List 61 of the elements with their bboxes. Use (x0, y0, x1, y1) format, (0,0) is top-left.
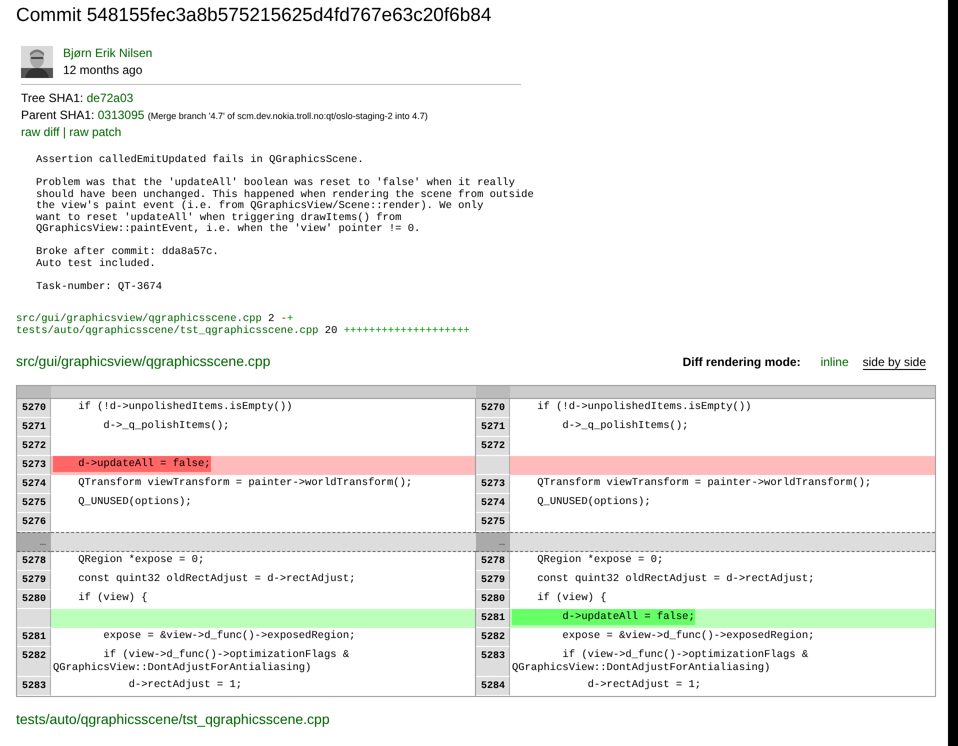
line-number: 5274 (476, 494, 510, 513)
line-number: 5282 (476, 628, 510, 647)
line-number: 5276 (17, 513, 51, 532)
commit-title: Commit 548155fec3a8b575215625d4fd767e63c20f6b84 (15, 4, 492, 28)
file-heading-link[interactable]: tests/auto/qgraphicsscene/tst_qgraphicsscene.cpp (16, 711, 330, 727)
file-link[interactable]: src/gui/graphicsview/qgraphicsscene.cpp (16, 313, 262, 325)
sha-link[interactable]: 0313095 (98, 108, 144, 122)
sha-link[interactable]: de72a03 (86, 91, 134, 105)
tree-label: Tree SHA1: (21, 91, 84, 105)
line-number: 5272 (476, 437, 510, 456)
line-number: 5273 (17, 456, 51, 475)
code-line: if (view->d_func()->optimizationFlags & QGraphicsView::DontAdjustForAntialiasing) (511, 648, 810, 676)
code-line: if (view) { (536, 591, 608, 606)
link-separator: | (62, 125, 66, 139)
line-number: 5275 (476, 513, 510, 532)
line-number: 5271 (476, 418, 510, 437)
line-number: 5281 (476, 609, 510, 628)
commit-message: Assertion calledEmitUpdated fails in QGraphicsScene. Problem was that the 'updateAll' boolean was reset to 'false' when it really should have been unchanged. This happened when rendering the scene from outside the view's paint event (i.e. from QGraphicsView/Scene::render). We only want to reset 'updateAll' when triggering drawItems() from QGraphicsView::paintEvent, i.e. when the 'view' pointer != 0. Broke after commit: dda8a57c. Auto test included. Task-number: QT-3674 (36, 155, 535, 293)
author-link[interactable]: Bjørn Erik Nilsen (63, 46, 152, 60)
line-number: 5270 (476, 399, 510, 418)
change-marks: -+ (280, 313, 294, 325)
line-number: 5273 (476, 475, 510, 494)
code-line: d->rectAdjust = 1; (586, 678, 702, 693)
parent-label: Parent SHA1: (21, 108, 94, 122)
change-count: 20 (324, 325, 338, 337)
file-heading-link[interactable]: src/gui/graphicsview/qgraphicsscene.cpp (16, 353, 270, 369)
change-marks: ++++++++++++++++++++ (344, 325, 470, 337)
line-number: 5270 (17, 399, 51, 418)
line-number: … (17, 532, 51, 552)
line-number: 5275 (17, 494, 51, 513)
line-number: 5282 (17, 647, 51, 677)
line-number: 5284 (476, 677, 510, 696)
line-number: 5280 (476, 590, 510, 609)
line-number: 5279 (17, 571, 51, 590)
mode-option[interactable]: inline (820, 355, 849, 369)
line-number: … (476, 532, 510, 552)
line-number: 5283 (476, 647, 510, 677)
mode-label: Diff rendering mode: (682, 355, 801, 369)
raw-patch-link[interactable]: raw patch (69, 125, 122, 139)
code-line: if (!d->unpolishedItems.isEmpty()) (536, 400, 752, 415)
code-line: QRegion *expose = 0; (536, 553, 664, 568)
change-count: 2 (268, 313, 274, 325)
file-link[interactable]: tests/auto/qgraphicsscene/tst_qgraphicsscene.cpp (16, 325, 318, 337)
line-number: 5278 (476, 552, 510, 571)
line-number: 5283 (17, 677, 51, 696)
raw-diff-link[interactable]: raw diff (21, 125, 60, 139)
line-number: 5279 (476, 571, 510, 590)
line-number: 5278 (17, 552, 51, 571)
line-number: 5271 (17, 418, 51, 437)
code-line: expose = &view->d_func()->exposedRegion; (561, 629, 816, 644)
code-line: Q_UNUSED(options); (536, 495, 652, 510)
parent-note: (Merge branch '4.7' of scm.dev.nokia.troll.no:qt/oslo-staging-2 into 4.7) (148, 111, 428, 121)
code-line: const quint32 oldRectAdjust = d->rectAdjust; (536, 572, 816, 587)
code-line: d->_q_polishItems(); (561, 419, 690, 434)
line-number: 5274 (17, 475, 51, 494)
code-line: QTransform viewTransform = painter->worldTransform(); (536, 476, 872, 491)
line-number: 5272 (17, 437, 51, 456)
line-number: 5281 (17, 628, 51, 647)
commit-time: 12 months ago (63, 63, 144, 77)
line-number: 5280 (17, 590, 51, 609)
mode-option[interactable]: side by side (862, 355, 926, 370)
